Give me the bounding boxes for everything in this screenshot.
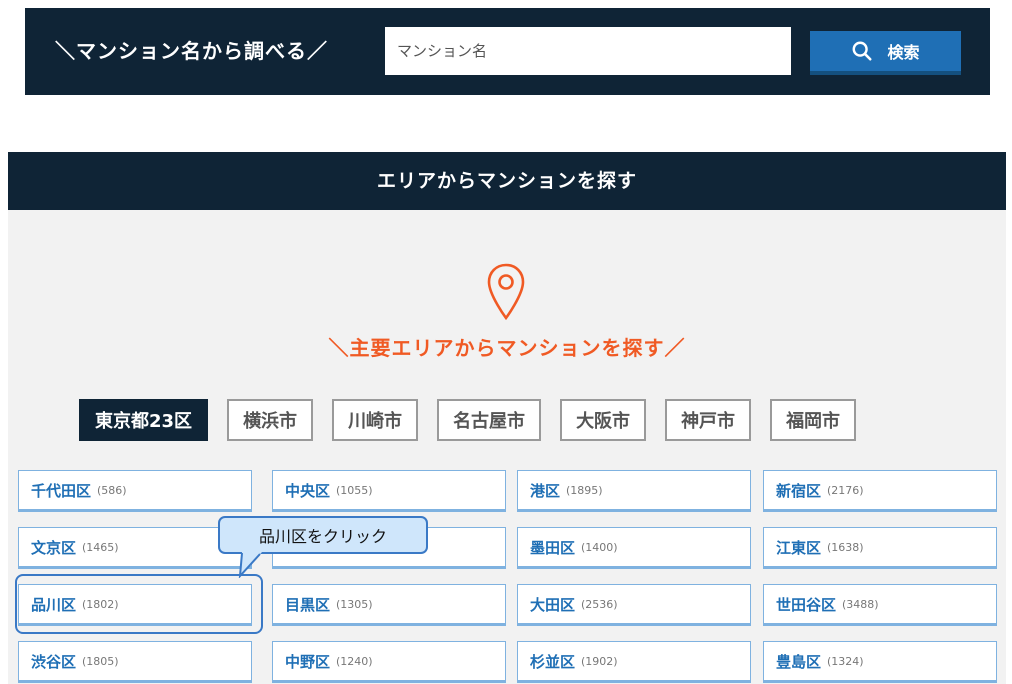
ward-name: 渋谷区 bbox=[31, 652, 77, 671]
city-tabs: 東京都23区 横浜市 川崎市 名古屋市 大阪市 神戸市 福岡市 bbox=[79, 399, 875, 443]
tab-kobe[interactable]: 神戸市 bbox=[665, 399, 752, 441]
search-icon bbox=[853, 41, 873, 61]
ward-count: (2176) bbox=[827, 483, 864, 497]
ward-name: 中野区 bbox=[285, 652, 331, 671]
ward-name: 世田谷区 bbox=[776, 595, 837, 614]
ward-link-toshima[interactable]: 豊島区 (1324) bbox=[763, 641, 997, 683]
ward-count: (1305) bbox=[336, 597, 373, 611]
ward-count: (1895) bbox=[566, 483, 603, 497]
mansion-search-bar: ＼マンション名から調べる／ 検索 bbox=[25, 8, 990, 95]
ward-name: 杉並区 bbox=[530, 652, 576, 671]
ward-count: (3488) bbox=[842, 597, 879, 611]
ward-link-shibuya[interactable]: 渋谷区 (1805) bbox=[18, 641, 252, 683]
search-button[interactable]: 検索 bbox=[810, 31, 961, 75]
ward-name: 千代田区 bbox=[31, 481, 92, 500]
tab-kawasaki[interactable]: 川崎市 bbox=[332, 399, 419, 441]
annotation-callout: 品川区をクリック bbox=[218, 516, 428, 554]
ward-count: (1802) bbox=[82, 597, 119, 611]
search-button-label: 検索 bbox=[887, 43, 920, 62]
ward-count: (2536) bbox=[581, 597, 618, 611]
tab-nagoya[interactable]: 名古屋市 bbox=[437, 399, 542, 441]
area-search-section: エリアからマンションを探す ＼主要エリアからマンションを探す／ 東京都23区 横… bbox=[8, 152, 1006, 684]
ward-count: (1902) bbox=[581, 654, 618, 668]
ward-link-shinjuku[interactable]: 新宿区 (2176) bbox=[763, 470, 997, 512]
ward-count: (586) bbox=[97, 483, 127, 497]
ward-name: 目黒区 bbox=[285, 595, 331, 614]
ward-count: (1638) bbox=[827, 540, 864, 554]
callout-tail-arrow bbox=[238, 552, 262, 578]
tab-fukuoka[interactable]: 福岡市 bbox=[770, 399, 857, 441]
ward-count: (1055) bbox=[336, 483, 373, 497]
mansion-name-input[interactable] bbox=[385, 27, 791, 75]
main-area-sub-heading: ＼主要エリアからマンションを探す／ bbox=[328, 336, 686, 360]
ward-link-sumida[interactable]: 墨田区 (1400) bbox=[517, 527, 751, 569]
ward-link-setagaya[interactable]: 世田谷区 (3488) bbox=[763, 584, 997, 626]
map-pin-icon bbox=[487, 263, 525, 321]
ward-link-ota[interactable]: 大田区 (2536) bbox=[517, 584, 751, 626]
ward-name: 港区 bbox=[530, 481, 561, 500]
ward-count: (1805) bbox=[82, 654, 119, 668]
ward-link-koto[interactable]: 江東区 (1638) bbox=[763, 527, 997, 569]
ward-link-suginami[interactable]: 杉並区 (1902) bbox=[517, 641, 751, 683]
ward-link-nakano[interactable]: 中野区 (1240) bbox=[272, 641, 506, 683]
search-title: ＼マンション名から調べる／ bbox=[55, 39, 328, 63]
ward-count: (1400) bbox=[581, 540, 618, 554]
ward-name: 中央区 bbox=[285, 481, 331, 500]
ward-link-minato[interactable]: 港区 (1895) bbox=[517, 470, 751, 512]
ward-name: 豊島区 bbox=[776, 652, 822, 671]
ward-name: 江東区 bbox=[776, 538, 822, 557]
ward-name: 文京区 bbox=[31, 538, 77, 557]
ward-name: 新宿区 bbox=[776, 481, 822, 500]
tab-yokohama[interactable]: 横浜市 bbox=[227, 399, 314, 441]
tab-tokyo-23-wards[interactable]: 東京都23区 bbox=[79, 399, 209, 441]
area-section-header: エリアからマンションを探す bbox=[8, 152, 1006, 210]
ward-link-meguro[interactable]: 目黒区 (1305) bbox=[272, 584, 506, 626]
ward-count: (1240) bbox=[336, 654, 373, 668]
ward-link-shinagawa[interactable]: 品川区 (1802) bbox=[18, 584, 252, 626]
ward-count: (1465) bbox=[82, 540, 119, 554]
tab-osaka[interactable]: 大阪市 bbox=[560, 399, 647, 441]
ward-link-chuo[interactable]: 中央区 (1055) bbox=[272, 470, 506, 512]
ward-name: 大田区 bbox=[530, 595, 576, 614]
ward-link-bunkyo[interactable]: 文京区 (1465) bbox=[18, 527, 252, 569]
ward-count: (1324) bbox=[827, 654, 864, 668]
ward-name: 品川区 bbox=[31, 595, 77, 614]
ward-link-chiyoda[interactable]: 千代田区 (586) bbox=[18, 470, 252, 512]
ward-name: 墨田区 bbox=[530, 538, 576, 557]
